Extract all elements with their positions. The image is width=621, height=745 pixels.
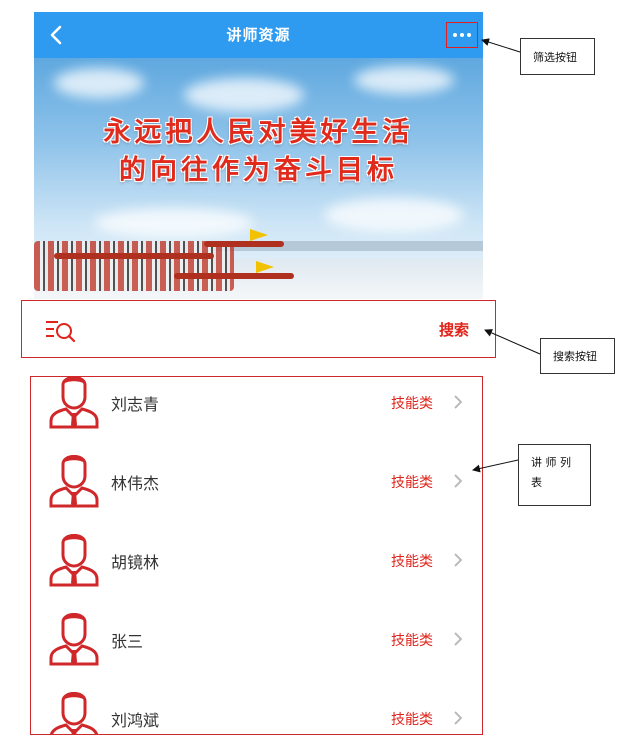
- annotation-search: 搜索按钮: [540, 338, 615, 374]
- annotation-list: 讲 师 列 表: [518, 444, 591, 506]
- annotation-arrows: [472, 38, 541, 473]
- annotation-filter: 筛选按钮: [520, 38, 595, 75]
